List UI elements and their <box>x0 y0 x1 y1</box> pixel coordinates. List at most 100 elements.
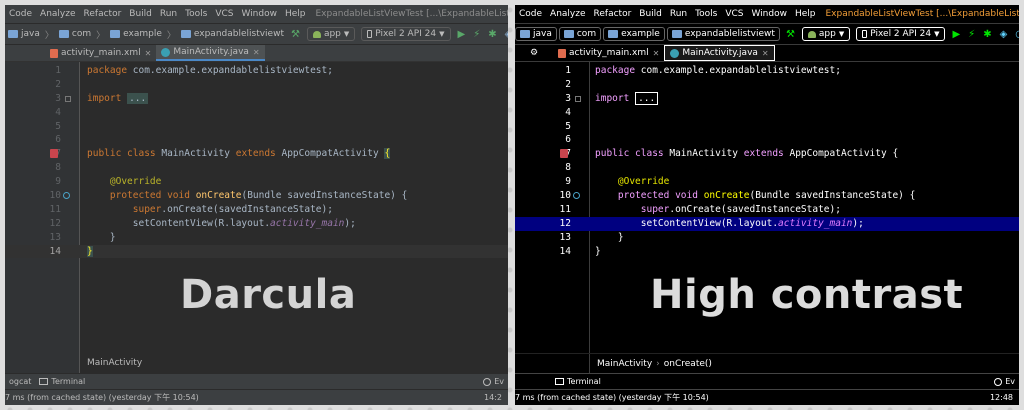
device-label: Pixel 2 API 24 <box>375 29 437 39</box>
matched-brace: { <box>892 148 899 160</box>
breadcrumb-separator: 〉 <box>44 30 54 41</box>
folded-imports[interactable]: ... <box>127 92 149 104</box>
tab-activity-main-xml[interactable]: activity_main.xml ✕ <box>45 45 156 61</box>
menu-build[interactable]: Build <box>125 9 156 19</box>
override-icon[interactable] <box>573 192 580 200</box>
menu-code[interactable]: Code <box>515 9 546 19</box>
run-icon[interactable]: ▶ <box>454 29 470 40</box>
terminal-label: Terminal <box>567 377 601 386</box>
device-select[interactable]: Pixel 2 API 24 ▼ <box>361 27 451 41</box>
breadcrumb-package[interactable]: expandablelistviewt <box>178 29 287 39</box>
run-icon[interactable]: ▶ <box>948 29 964 40</box>
event-log-tab[interactable]: Ev <box>990 377 1019 386</box>
folder-icon <box>671 30 682 38</box>
menu-run[interactable]: Run <box>156 9 181 19</box>
run-config-select[interactable]: app ▼ <box>801 27 851 41</box>
fold-icon[interactable] <box>575 95 581 102</box>
debug-icon[interactable]: ✱ <box>979 29 995 40</box>
menu-window[interactable]: Window <box>747 9 791 19</box>
code-line-caret: 14} <box>5 244 508 259</box>
event-log-tab[interactable]: Ev <box>479 377 508 386</box>
logcat-tab[interactable]: ogcat <box>5 377 35 386</box>
close-icon[interactable]: ✕ <box>145 49 152 58</box>
phone-icon <box>862 30 868 38</box>
breadcrumb-java[interactable]: java <box>515 27 557 41</box>
menu-vcs[interactable]: VCS <box>211 9 237 19</box>
menu-analyze[interactable]: Analyze <box>546 9 589 19</box>
theme-label: Darcula <box>180 272 357 318</box>
code-line: 9 @Override <box>5 175 508 189</box>
menu-help[interactable]: Help <box>281 9 310 19</box>
terminal-tab[interactable]: Terminal <box>515 377 605 386</box>
folded-imports[interactable]: ... <box>635 91 659 105</box>
cursor-position[interactable]: 12:48 <box>984 393 1019 402</box>
navigation-toolbar: java 〉 com 〉 example 〉 expandablelistvie… <box>5 23 508 45</box>
tab-activity-main-xml[interactable]: activity_main.xml ✕ <box>553 45 664 61</box>
folder-icon <box>563 30 574 38</box>
menu-refactor[interactable]: Refactor <box>590 9 636 19</box>
code-line: 8 <box>5 161 508 175</box>
menu-window[interactable]: Window <box>237 9 281 19</box>
attach-debugger-icon[interactable]: ◈ <box>996 29 1012 40</box>
menu-tools[interactable]: Tools <box>691 9 721 19</box>
layout-field: activity_main <box>270 217 345 229</box>
breadcrumb-example[interactable]: example <box>107 29 165 39</box>
menu-help[interactable]: Help <box>791 9 820 19</box>
menu-build[interactable]: Build <box>635 9 666 19</box>
tab-main-activity-java[interactable]: MainActivity.java ✕ <box>664 45 775 61</box>
close-icon[interactable]: ✕ <box>653 49 660 58</box>
java-class-icon <box>670 48 680 58</box>
menu-tools[interactable]: Tools <box>181 9 211 19</box>
breadcrumb-java[interactable]: java <box>5 29 43 39</box>
terminal-icon <box>39 378 49 385</box>
run-config-select[interactable]: app ▼ <box>306 27 356 41</box>
apply-changes-icon[interactable]: ⚡ <box>964 29 979 40</box>
keyword: package <box>595 65 636 76</box>
status-message: 7 ms (from cached state) (yesterday 下午 1… <box>515 393 709 402</box>
matched-brace: } <box>87 245 93 257</box>
code-line: 6 <box>5 133 508 147</box>
activity-class-icon[interactable] <box>50 149 58 159</box>
breadcrumb-package[interactable]: expandablelistviewt <box>666 27 780 41</box>
device-select[interactable]: Pixel 2 API 24 ▼ <box>856 27 946 41</box>
code-line-caret: 12 setContentView(R.layout.activity_main… <box>515 216 1019 231</box>
make-hammer-icon[interactable]: ⚒ <box>782 29 799 40</box>
line-number: 5 <box>55 120 61 132</box>
package-name: com.example.expandablelistviewtest; <box>127 65 333 76</box>
super-call: .onCreate(savedInstanceState); <box>161 203 333 215</box>
apply-changes-icon[interactable]: ⚡ <box>469 29 484 40</box>
close-icon[interactable]: ✕ <box>253 48 260 57</box>
xml-file-icon <box>558 48 566 58</box>
folder-icon <box>8 30 18 38</box>
code-editor[interactable]: 1 package com.example.expandablelistviewt… <box>5 62 508 373</box>
breadcrumb-com[interactable]: com <box>56 29 94 39</box>
activity-class-icon[interactable] <box>560 149 568 159</box>
menu-vcs[interactable]: VCS <box>721 9 747 19</box>
code-lines: 1 package com.example.expandablelistviewt… <box>515 64 1019 258</box>
code-breadcrumb: MainActivity <box>5 353 508 373</box>
menu-analyze[interactable]: Analyze <box>36 9 79 19</box>
make-hammer-icon[interactable]: ⚒ <box>287 29 304 40</box>
keyword: import <box>87 92 122 104</box>
gear-icon[interactable]: ⚙ <box>515 45 553 61</box>
breadcrumb-com[interactable]: com <box>558 27 602 41</box>
code-editor[interactable]: 1 package com.example.expandablelistviewt… <box>515 62 1019 373</box>
breadcrumb-example[interactable]: example <box>603 27 665 41</box>
attach-debugger-icon[interactable]: ◈ <box>501 29 508 40</box>
android-icon <box>807 30 816 38</box>
close-icon[interactable]: ✕ <box>762 49 769 58</box>
override-icon[interactable] <box>63 192 70 200</box>
tab-main-activity-java[interactable]: MainActivity.java ✕ <box>156 45 265 61</box>
profile-icon[interactable]: ◔ <box>1011 29 1019 40</box>
debug-icon[interactable]: ✱ <box>484 29 500 40</box>
menu-code[interactable]: Code <box>5 9 36 19</box>
breadcrumb-class[interactable]: MainActivity <box>597 359 652 369</box>
terminal-icon <box>555 378 564 385</box>
breadcrumb-class[interactable]: MainActivity <box>87 358 142 368</box>
breadcrumb-method[interactable]: onCreate() <box>664 359 712 369</box>
fold-icon[interactable] <box>65 95 71 102</box>
menu-refactor[interactable]: Refactor <box>80 9 126 19</box>
menu-run[interactable]: Run <box>666 9 691 19</box>
terminal-tab[interactable]: Terminal <box>35 377 89 386</box>
cursor-position[interactable]: 14:2 <box>478 393 508 402</box>
